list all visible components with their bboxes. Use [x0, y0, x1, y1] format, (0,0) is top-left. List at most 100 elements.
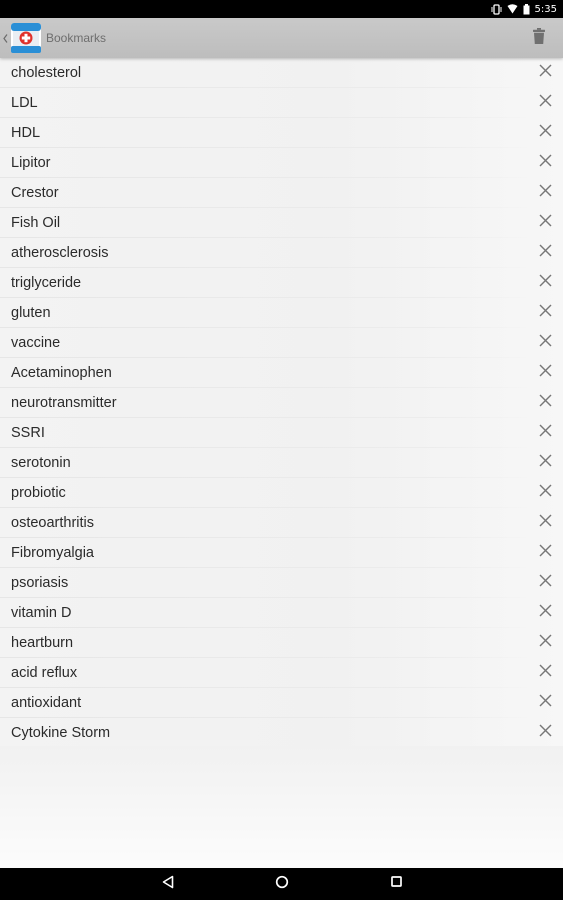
bookmark-label[interactable]: probiotic: [11, 485, 66, 501]
bookmark-row[interactable]: acid reflux: [0, 658, 563, 688]
close-icon: [539, 574, 552, 592]
bookmark-row[interactable]: gluten: [0, 298, 563, 328]
bookmark-row[interactable]: antioxidant: [0, 688, 563, 718]
bookmark-label[interactable]: gluten: [11, 305, 51, 321]
bookmark-row[interactable]: Crestor: [0, 178, 563, 208]
bookmark-label[interactable]: SSRI: [11, 425, 45, 441]
bookmark-row[interactable]: psoriasis: [0, 568, 563, 598]
remove-bookmark-button[interactable]: [535, 213, 555, 233]
remove-bookmark-button[interactable]: [535, 63, 555, 83]
close-icon: [539, 334, 552, 352]
remove-bookmark-button[interactable]: [535, 723, 555, 743]
bookmark-label[interactable]: neurotransmitter: [11, 395, 117, 411]
bookmark-label[interactable]: psoriasis: [11, 575, 68, 591]
wifi-icon: [507, 4, 518, 14]
close-icon: [539, 364, 552, 382]
remove-bookmark-button[interactable]: [535, 693, 555, 713]
bookmark-row[interactable]: probiotic: [0, 478, 563, 508]
close-icon: [539, 64, 552, 82]
remove-bookmark-button[interactable]: [535, 183, 555, 203]
remove-bookmark-button[interactable]: [535, 603, 555, 623]
bookmark-row[interactable]: Cytokine Storm: [0, 718, 563, 748]
bookmark-row[interactable]: vaccine: [0, 328, 563, 358]
bookmark-row[interactable]: Lipitor: [0, 148, 563, 178]
bookmark-label[interactable]: Fibromyalgia: [11, 545, 94, 561]
bookmark-row[interactable]: SSRI: [0, 418, 563, 448]
bookmark-label[interactable]: vitamin D: [11, 605, 71, 621]
bookmark-label[interactable]: Crestor: [11, 185, 59, 201]
bookmark-row[interactable]: Fish Oil: [0, 208, 563, 238]
bookmark-label[interactable]: heartburn: [11, 635, 73, 651]
close-icon: [539, 304, 552, 322]
close-icon: [539, 604, 552, 622]
bookmark-row[interactable]: osteoarthritis: [0, 508, 563, 538]
close-icon: [539, 664, 552, 682]
close-icon: [539, 514, 552, 532]
medical-app-icon[interactable]: [10, 22, 42, 54]
close-icon: [539, 214, 552, 232]
bookmark-label[interactable]: LDL: [11, 95, 38, 111]
remove-bookmark-button[interactable]: [535, 243, 555, 263]
bookmark-row[interactable]: HDL: [0, 118, 563, 148]
close-icon: [539, 724, 552, 742]
bookmark-label[interactable]: serotonin: [11, 455, 71, 471]
bookmark-label[interactable]: Fish Oil: [11, 215, 60, 231]
remove-bookmark-button[interactable]: [535, 633, 555, 653]
action-bar: Bookmarks: [0, 18, 563, 58]
back-icon: [161, 875, 175, 894]
bookmark-label[interactable]: triglyceride: [11, 275, 81, 291]
trash-icon: [533, 27, 545, 49]
remove-bookmark-button[interactable]: [535, 93, 555, 113]
bookmark-label[interactable]: antioxidant: [11, 695, 81, 711]
remove-bookmark-button[interactable]: [535, 573, 555, 593]
remove-bookmark-button[interactable]: [535, 333, 555, 353]
bookmark-label[interactable]: osteoarthritis: [11, 515, 94, 531]
bookmark-label[interactable]: Lipitor: [11, 155, 51, 171]
remove-bookmark-button[interactable]: [535, 363, 555, 383]
home-icon: [275, 875, 289, 894]
recents-button[interactable]: [376, 868, 416, 900]
bookmark-label[interactable]: Acetaminophen: [11, 365, 112, 381]
bookmark-label[interactable]: acid reflux: [11, 665, 77, 681]
page-title: Bookmarks: [46, 31, 107, 45]
bookmark-row[interactable]: Fibromyalgia: [0, 538, 563, 568]
bookmark-row[interactable]: neurotransmitter: [0, 388, 563, 418]
remove-bookmark-button[interactable]: [535, 273, 555, 293]
remove-bookmark-button[interactable]: [535, 663, 555, 683]
bookmark-row[interactable]: Acetaminophen: [0, 358, 563, 388]
bookmark-label[interactable]: HDL: [11, 125, 40, 141]
bookmark-row[interactable]: heartburn: [0, 628, 563, 658]
remove-bookmark-button[interactable]: [535, 513, 555, 533]
home-button[interactable]: [262, 868, 302, 900]
back-button[interactable]: [148, 868, 188, 900]
remove-bookmark-button[interactable]: [535, 483, 555, 503]
close-icon: [539, 694, 552, 712]
bookmark-row[interactable]: vitamin D: [0, 598, 563, 628]
bookmark-row[interactable]: triglyceride: [0, 268, 563, 298]
remove-bookmark-button[interactable]: [535, 303, 555, 323]
remove-bookmark-button[interactable]: [535, 543, 555, 563]
vibrate-icon: [491, 3, 502, 15]
empty-area: [0, 746, 563, 868]
remove-bookmark-button[interactable]: [535, 153, 555, 173]
close-icon: [539, 544, 552, 562]
bookmark-row[interactable]: serotonin: [0, 448, 563, 478]
remove-bookmark-button[interactable]: [535, 393, 555, 413]
bookmark-row[interactable]: LDL: [0, 88, 563, 118]
status-bar: 5:35: [0, 0, 563, 18]
remove-bookmark-button[interactable]: [535, 123, 555, 143]
delete-all-button[interactable]: [519, 18, 559, 58]
remove-bookmark-button[interactable]: [535, 453, 555, 473]
bookmark-row[interactable]: cholesterol: [0, 58, 563, 88]
bookmark-label[interactable]: vaccine: [11, 335, 60, 351]
close-icon: [539, 424, 552, 442]
bookmark-row[interactable]: atherosclerosis: [0, 238, 563, 268]
close-icon: [539, 634, 552, 652]
remove-bookmark-button[interactable]: [535, 423, 555, 443]
bookmark-label[interactable]: atherosclerosis: [11, 245, 109, 261]
close-icon: [539, 454, 552, 472]
bookmark-label[interactable]: cholesterol: [11, 65, 81, 81]
close-icon: [539, 154, 552, 172]
up-caret-icon[interactable]: [2, 18, 8, 58]
bookmark-label[interactable]: Cytokine Storm: [11, 725, 110, 741]
